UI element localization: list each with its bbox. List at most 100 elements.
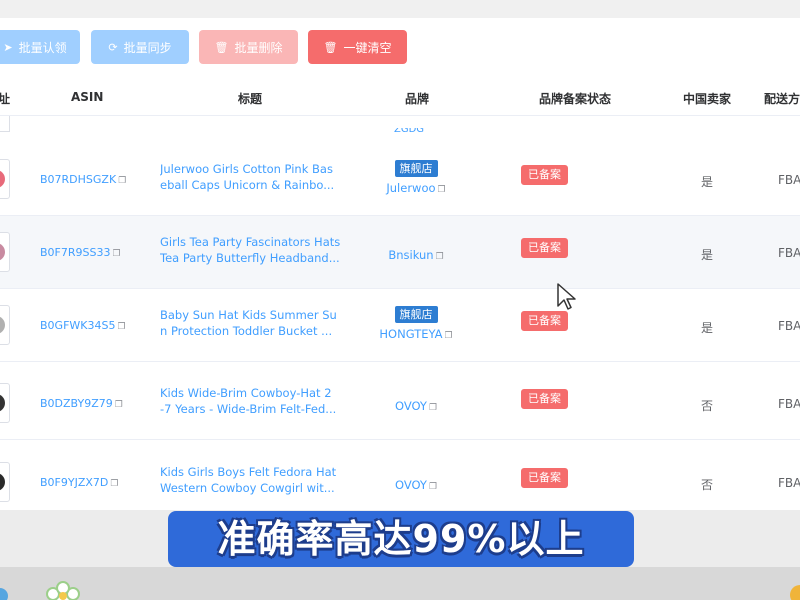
brand-link[interactable]: HONGTEYA ❐: [366, 327, 466, 341]
sync-icon: ⟳: [108, 40, 118, 54]
copy-icon[interactable]: ❐: [429, 403, 437, 413]
shipping-value: FBA: [778, 397, 800, 411]
brand-link[interactable]: Bnsikun ❐: [366, 248, 466, 262]
batch-delete-button[interactable]: 🗑 批量删除: [199, 30, 298, 64]
asin-text: B0F9YJZX7D: [40, 476, 109, 489]
trash-icon: 🗑: [323, 40, 338, 54]
brand-cell: 旗舰店 HONGTEYA ❐: [366, 303, 466, 341]
brand-text: OVOY: [394, 478, 427, 492]
product-thumbnail[interactable]: [0, 305, 10, 345]
header-url: 址: [0, 92, 11, 106]
shipping-value: FBA: [778, 319, 800, 333]
brand-link[interactable]: Julerwoo ❐: [366, 181, 466, 195]
asin-text: B0F7R9SS33: [40, 246, 111, 259]
shipping-value: FBA: [778, 173, 800, 187]
asin-link[interactable]: B07RDHSGZK ❐: [40, 173, 140, 186]
product-thumbnail[interactable]: [0, 232, 10, 272]
table-row: B0GFWK34S5 ❐ Baby Sun Hat Kids Summer Su n…: [0, 289, 800, 362]
bottom-strip: [0, 567, 800, 600]
status-badge: 已备案: [521, 238, 568, 258]
asin-link[interactable]: B0F9YJZX7D ❐: [40, 476, 140, 489]
asin-text: B07RDHSGZK: [40, 173, 117, 186]
product-table-card: ➤ 批量认领 ⟳ 批量同步 🗑 批量删除 🗑 一键清空 址 ASIN 标题 品牌…: [0, 18, 800, 510]
brand-text: Julerwoo: [386, 181, 436, 195]
product-thumbnail[interactable]: [0, 383, 10, 423]
chinese-seller-value: 否: [701, 478, 714, 492]
header-asin[interactable]: ASIN: [71, 90, 103, 104]
brand-cell: 旗舰店 Julerwoo ❐: [366, 157, 466, 195]
trash-icon: 🗑: [214, 40, 229, 54]
flower-icon: [46, 581, 80, 600]
table-row: B07RDHSGZK ❐ Julerwoo Girls Cotton Pink Ba…: [0, 143, 800, 216]
flagship-badge: 旗舰店: [394, 306, 438, 323]
status-badge: 已备案: [521, 311, 568, 331]
batch-claim-label: 批量认领: [18, 40, 67, 55]
chinese-seller-value: 是: [701, 175, 714, 189]
copy-icon[interactable]: ❐: [436, 252, 444, 262]
chinese-seller-value: 否: [701, 399, 714, 413]
copy-icon[interactable]: ❐: [112, 249, 120, 259]
asin-link[interactable]: B0GFWK34S5 ❐: [40, 319, 140, 332]
product-thumbnail[interactable]: [0, 159, 10, 199]
product-image: [0, 316, 5, 334]
product-title-link[interactable]: Baby Sun Hat Kids Summer Su n Protection…: [160, 307, 345, 339]
brand-text: Bnsikun: [388, 248, 434, 262]
header-title[interactable]: 标题: [238, 90, 262, 107]
batch-sync-label: 批量同步: [123, 40, 172, 55]
brand-link[interactable]: OVOY ❐: [366, 399, 466, 413]
partial-row-brand: ZGDG: [394, 128, 425, 135]
shipping-value: FBA: [778, 246, 800, 260]
copy-icon[interactable]: ❐: [118, 176, 126, 186]
status-badge: 已备案: [521, 468, 568, 488]
brand-cell: OVOY ❐: [366, 474, 466, 492]
copy-icon[interactable]: ❐: [445, 331, 453, 341]
product-title-link[interactable]: Kids Wide-Brim Cowboy-Hat 2 -7 Years - W…: [160, 385, 345, 417]
header-brand[interactable]: 品牌: [405, 90, 429, 107]
table-row: B0DZBY9Z79 ❐ Kids Wide-Brim Cowboy-Hat 2 -…: [0, 367, 800, 440]
product-image: [0, 394, 5, 412]
clear-all-label: 一键清空: [343, 40, 392, 55]
chinese-seller-value: 是: [701, 321, 714, 335]
caption-banner: 准确率高达99%以上: [168, 511, 634, 567]
product-image: [0, 473, 5, 491]
header-shipping[interactable]: 配送方: [764, 90, 800, 107]
header-brand-status[interactable]: 品牌备案状态: [539, 90, 611, 107]
caption-text: 准确率高达99%以上: [217, 517, 585, 561]
brand-text: OVOY: [394, 399, 427, 413]
status-badge: 已备案: [521, 389, 568, 409]
send-icon: ➤: [3, 40, 13, 54]
table-row: B0F9YJZX7D ❐ Kids Girls Boys Felt Fedora H…: [0, 446, 800, 510]
batch-sync-button[interactable]: ⟳ 批量同步: [91, 30, 189, 64]
brand-link[interactable]: OVOY ❐: [366, 478, 466, 492]
asin-link[interactable]: B0DZBY9Z79 ❐: [40, 397, 140, 410]
partial-row-thumbnail: [0, 116, 10, 132]
asin-text: B0DZBY9Z79: [40, 397, 113, 410]
asin-text: B0GFWK34S5: [40, 319, 116, 332]
copy-icon[interactable]: ❐: [117, 322, 125, 332]
batch-delete-label: 批量删除: [234, 40, 283, 55]
product-thumbnail[interactable]: [0, 462, 10, 502]
batch-claim-button[interactable]: ➤ 批量认领: [0, 30, 80, 64]
clear-all-button[interactable]: 🗑 一键清空: [308, 30, 407, 64]
brand-cell: OVOY ❐: [366, 395, 466, 413]
mouse-cursor-icon: [557, 283, 576, 310]
product-title-link[interactable]: Julerwoo Girls Cotton Pink Bas eball Cap…: [160, 161, 345, 193]
product-image: [0, 243, 5, 261]
copy-icon[interactable]: ❐: [110, 479, 118, 489]
status-badge: 已备案: [521, 165, 568, 185]
asin-link[interactable]: B0F7R9SS33 ❐: [40, 246, 140, 259]
copy-icon[interactable]: ❐: [429, 482, 437, 492]
product-title-link[interactable]: Girls Tea Party Fascinators Hats Tea Par…: [160, 234, 345, 266]
flagship-badge: 旗舰店: [394, 160, 438, 177]
brand-cell: Bnsikun ❐: [366, 244, 466, 262]
product-title-link[interactable]: Kids Girls Boys Felt Fedora Hat Western …: [160, 464, 345, 496]
product-image: [0, 170, 5, 188]
copy-icon[interactable]: ❐: [115, 400, 123, 410]
header-chinese-seller[interactable]: 中国卖家: [683, 90, 731, 107]
brand-text: HONGTEYA: [379, 327, 443, 341]
chinese-seller-value: 是: [701, 248, 714, 262]
shipping-value: FBA: [778, 476, 800, 490]
table-header: 址 ASIN 标题 品牌 品牌备案状态 中国卖家 配送方: [0, 80, 800, 116]
copy-icon[interactable]: ❐: [438, 185, 446, 195]
toolbar: ➤ 批量认领 ⟳ 批量同步 🗑 批量删除 🗑 一键清空: [0, 30, 800, 66]
